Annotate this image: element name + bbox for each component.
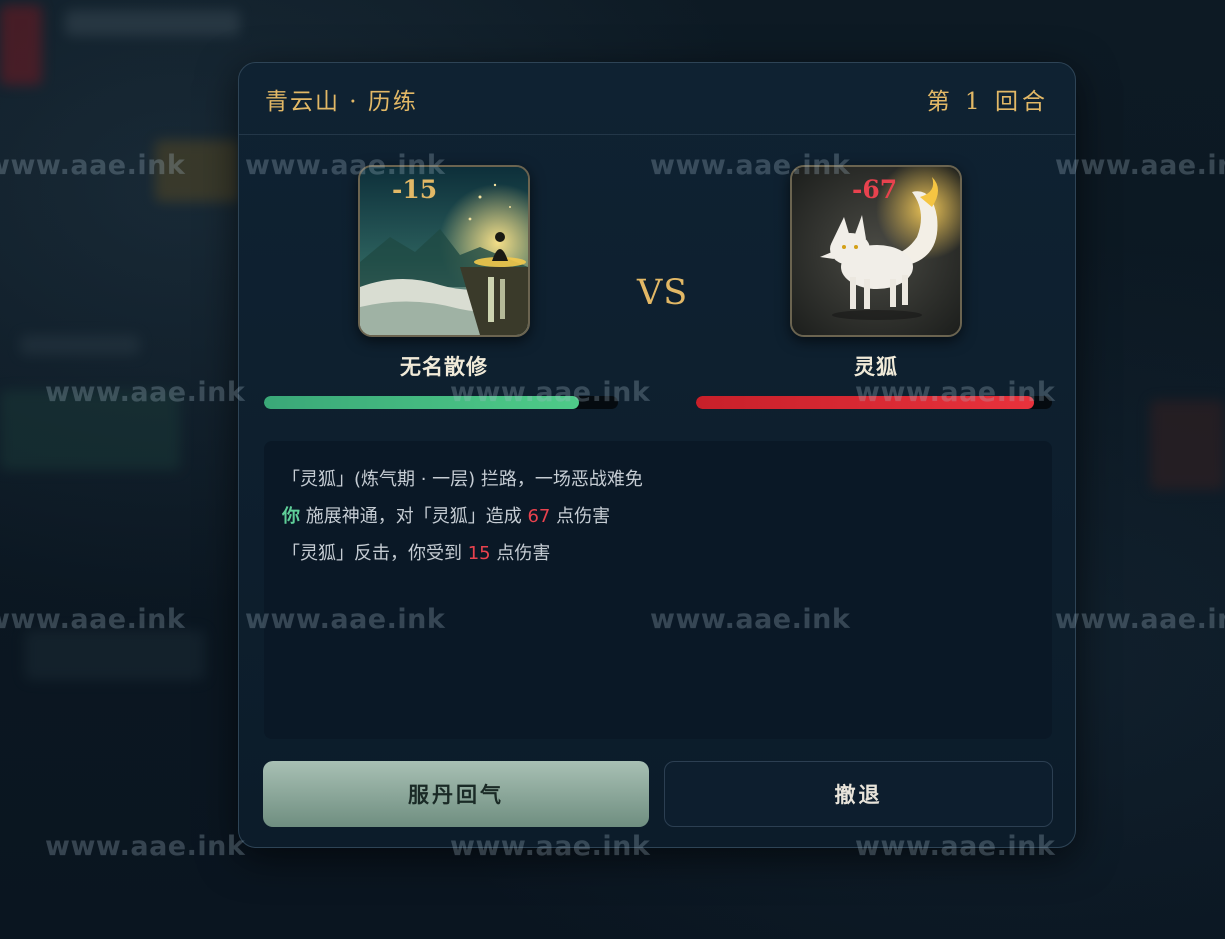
player-fighter: -15 无名散修 — [264, 165, 624, 381]
log-text: 点伤害 — [550, 506, 611, 527]
log-entry: 「灵狐」反击，你受到 15 点伤害 — [282, 535, 1034, 572]
background-decoration — [20, 335, 140, 355]
log-text: 点伤害 — [490, 543, 551, 564]
round-counter: 第 1 回合 — [926, 88, 1049, 115]
versus-label: VS — [637, 273, 689, 313]
background-decoration — [25, 630, 205, 680]
enemy-fighter: -67 灵狐 — [696, 165, 1056, 381]
cultivator-meditating-image — [360, 167, 528, 335]
log-entry: 「灵狐」(炼气期 · 一层) 拦路，一场恶战难免 — [282, 461, 1034, 498]
log-text: 「灵狐」反击，你受到 — [282, 543, 468, 564]
battle-header: 青云山 · 历练 第 1 回合 — [239, 63, 1075, 135]
player-hp-fill — [264, 396, 580, 409]
background-decoration — [0, 5, 42, 85]
log-actor: 你 — [282, 506, 300, 527]
player-name: 无名散修 — [400, 354, 488, 379]
background-decoration — [1150, 400, 1225, 490]
enemy-hp-fill — [696, 396, 1035, 409]
player-portrait: -15 — [358, 165, 530, 337]
enemy-portrait: -67 — [790, 165, 962, 337]
retreat-button[interactable]: 撤退 — [664, 761, 1053, 827]
log-damage-value: 15 — [467, 543, 491, 564]
player-hp-bar — [264, 396, 618, 409]
log-damage-value: 67 — [527, 506, 551, 527]
log-entry: 你 施展神通，对「灵狐」造成 67 点伤害 — [282, 498, 1034, 535]
take-pill-button[interactable]: 服丹回气 — [263, 761, 649, 827]
battle-dialog: 青云山 · 历练 第 1 回合 -15 无名散修 VS -67 灵狐 「灵狐」(… — [238, 62, 1076, 848]
player-damage-number: -15 — [392, 175, 438, 204]
battle-log: 「灵狐」(炼气期 · 一层) 拦路，一场恶战难免 你 施展神通，对「灵狐」造成 … — [264, 441, 1052, 739]
enemy-damage-number: -67 — [852, 175, 898, 204]
background-decoration — [155, 140, 240, 202]
log-text: 「灵狐」(炼气期 · 一层) 拦路，一场恶战难免 — [282, 469, 643, 490]
enemy-name: 灵狐 — [854, 354, 898, 379]
background-decoration — [65, 10, 240, 36]
enemy-hp-bar — [696, 396, 1052, 409]
background-decoration — [0, 390, 180, 470]
location-title: 青云山 · 历练 — [265, 88, 418, 115]
log-text: 施展神通，对「灵狐」造成 — [300, 506, 528, 527]
